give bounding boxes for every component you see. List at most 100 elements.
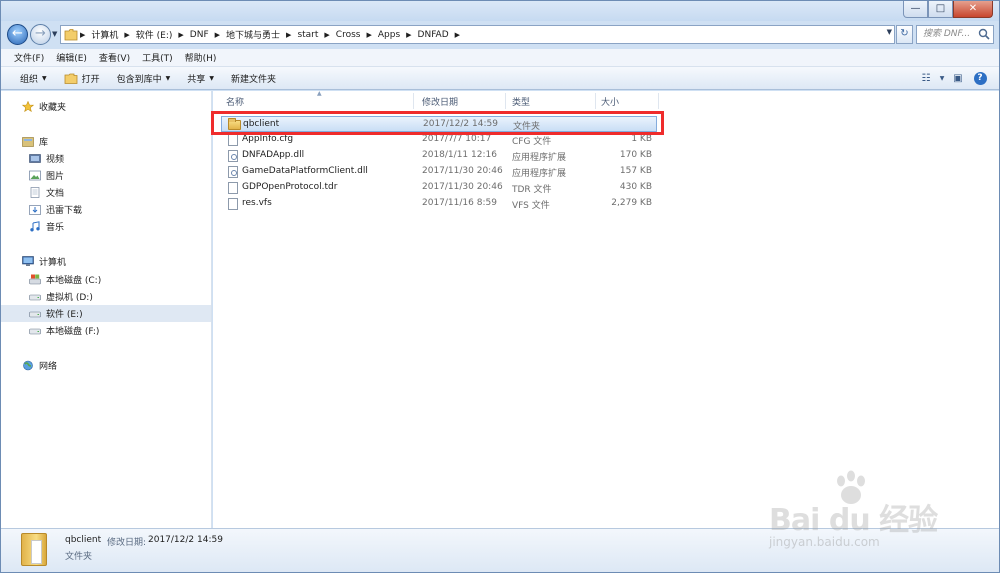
open-button[interactable]: 打开 [57, 72, 110, 85]
search-input[interactable]: 搜索 DNF... [916, 25, 994, 44]
nav-videos[interactable]: 视频 [1, 150, 211, 167]
file-row-res-vfs[interactable]: res.vfs 2017/11/16 8:59 VFS 文件 2,279 KB [221, 196, 657, 212]
search-placeholder: 搜索 DNF... [923, 29, 971, 39]
forward-button[interactable]: → [30, 24, 51, 45]
breadcrumb-dnfad[interactable]: DNFAD [414, 26, 453, 43]
breadcrumb-cross[interactable]: Cross [332, 26, 365, 43]
chevron-down-icon: ▼ [42, 74, 47, 82]
help-button[interactable]: ? [969, 70, 991, 87]
file-name: DNFADApp.dll [242, 150, 305, 160]
picture-icon [29, 170, 41, 181]
open-label: 打开 [81, 74, 100, 85]
new-folder-button[interactable]: 新建文件夹 [224, 72, 286, 85]
close-button[interactable]: ✕ [953, 1, 993, 18]
nav-xunlei-downloads[interactable]: 迅雷下载 [1, 201, 211, 218]
nav-drive-d-label: 虚拟机 (D:) [46, 293, 93, 303]
network-icon [22, 360, 34, 371]
library-icon [22, 136, 34, 147]
chevron-right-icon[interactable]: ▶ [213, 31, 222, 39]
nav-drive-c[interactable]: 本地磁盘 (C:) [1, 271, 211, 288]
chevron-right-icon[interactable]: ▶ [322, 31, 331, 39]
column-date[interactable]: 修改日期 [422, 95, 458, 108]
title-bar[interactable]: — □ ✕ [1, 1, 999, 21]
breadcrumb-apps[interactable]: Apps [374, 26, 404, 43]
file-icon [228, 198, 238, 210]
nav-music-label: 音乐 [46, 223, 65, 233]
nav-drive-f-label: 本地磁盘 (F:) [46, 327, 100, 337]
breadcrumb-dnf-game[interactable]: 地下城与勇士 [222, 26, 284, 43]
back-button[interactable]: ← [7, 24, 28, 45]
chevron-right-icon[interactable]: ▶ [176, 31, 185, 39]
chevron-right-icon[interactable]: ▶ [78, 31, 87, 39]
address-history-dropdown-icon[interactable]: ▼ [887, 28, 892, 36]
address-row: ← → ▼ ▶ 计算机 ▶ 软件 (E:) ▶ DNF ▶ 地下城与勇士 ▶ s… [1, 21, 999, 48]
file-list-pane: ▲ 名称 修改日期 类型 大小 qbclient 2017/12/2 14:59… [213, 90, 999, 528]
hard-drive-icon [29, 308, 41, 319]
column-type[interactable]: 类型 [512, 95, 530, 108]
column-divider[interactable] [505, 93, 506, 109]
preview-pane-icon[interactable]: ▣ [947, 70, 969, 87]
share-label: 共享 [187, 74, 206, 85]
search-icon [978, 28, 990, 40]
chevron-right-icon[interactable]: ▶ [284, 31, 293, 39]
nav-music[interactable]: 音乐 [1, 218, 211, 235]
file-icon [228, 134, 238, 146]
menu-file[interactable]: 文件(F) [8, 51, 50, 64]
chevron-right-icon[interactable]: ▶ [364, 31, 373, 39]
nav-pictures[interactable]: 图片 [1, 167, 211, 184]
file-size: 157 KB [619, 166, 652, 176]
address-bar[interactable]: ▶ 计算机 ▶ 软件 (E:) ▶ DNF ▶ 地下城与勇士 ▶ start ▶… [60, 25, 895, 44]
file-type: 应用程序扩展 [512, 153, 567, 163]
nav-drive-f[interactable]: 本地磁盘 (F:) [1, 322, 211, 339]
nav-favorites[interactable]: 收藏夹 [1, 98, 211, 115]
column-divider[interactable] [413, 93, 414, 109]
file-icon [228, 182, 238, 194]
nav-computer[interactable]: 计算机 [1, 253, 211, 270]
menu-bar: 文件(F) 编辑(E) 查看(V) 工具(T) 帮助(H) [1, 49, 999, 67]
dll-file-icon [228, 166, 238, 178]
nav-drive-e-label: 软件 (E:) [46, 310, 83, 320]
menu-edit[interactable]: 编辑(E) [50, 51, 93, 64]
file-type: TDR 文件 [512, 185, 552, 195]
nav-network[interactable]: 网络 [1, 357, 211, 374]
folder-icon [21, 533, 47, 566]
sort-ascending-icon: ▲ [317, 90, 322, 97]
organize-button[interactable]: 组织 ▼ [13, 72, 57, 85]
view-options-icon[interactable]: ☷ [915, 70, 937, 87]
file-row-dnfadapp[interactable]: DNFADApp.dll 2018/1/11 12:16 应用程序扩展 170 … [221, 148, 657, 164]
menu-tools[interactable]: 工具(T) [136, 51, 179, 64]
file-date: 2017/11/16 8:59 [422, 198, 497, 208]
breadcrumb-computer[interactable]: 计算机 [87, 26, 122, 43]
column-divider[interactable] [595, 93, 596, 109]
nav-documents[interactable]: 文档 [1, 184, 211, 201]
chevron-right-icon[interactable]: ▶ [122, 31, 131, 39]
window-controls: — □ ✕ [903, 1, 993, 18]
minimize-button[interactable]: — [903, 1, 928, 18]
file-row-gdpopenprotocol[interactable]: GDPOpenProtocol.tdr 2017/11/30 20:46 TDR… [221, 180, 657, 196]
details-modified-label: 修改日期: [107, 538, 147, 548]
nav-drive-e[interactable]: 软件 (E:) [1, 305, 211, 322]
maximize-button[interactable]: □ [928, 1, 953, 18]
nav-drive-c-label: 本地磁盘 (C:) [46, 276, 102, 286]
breadcrumb-dnf[interactable]: DNF [186, 26, 213, 43]
menu-view[interactable]: 查看(V) [93, 51, 136, 64]
red-highlight-box [211, 111, 664, 135]
nav-drive-d[interactable]: 虚拟机 (D:) [1, 288, 211, 305]
chevron-down-icon[interactable]: ▼ [937, 70, 947, 87]
recent-pages-dropdown-icon[interactable]: ▼ [52, 30, 57, 38]
menu-help[interactable]: 帮助(H) [179, 51, 223, 64]
breadcrumb-start[interactable]: start [293, 26, 322, 43]
refresh-button[interactable]: ↻ [896, 25, 913, 44]
share-button[interactable]: 共享 ▼ [180, 72, 224, 85]
include-in-library-button[interactable]: 包含到库中 ▼ [110, 72, 181, 85]
breadcrumb-drive-e[interactable]: 软件 (E:) [132, 26, 177, 43]
column-size[interactable]: 大小 [601, 95, 619, 108]
navigation-pane: 收藏夹 库 视频 图片 文档 迅雷下载 音乐 计算机 本地磁盘 (C:) 虚拟机… [1, 91, 212, 528]
nav-libraries[interactable]: 库 [1, 133, 211, 150]
chevron-right-icon[interactable]: ▶ [453, 31, 462, 39]
nav-network-label: 网络 [39, 362, 58, 372]
column-name[interactable]: 名称 [226, 95, 244, 108]
column-divider[interactable] [658, 93, 659, 109]
file-row-gamedataplatformclient[interactable]: GameDataPlatformClient.dll 2017/11/30 20… [221, 164, 657, 180]
chevron-right-icon[interactable]: ▶ [404, 31, 413, 39]
